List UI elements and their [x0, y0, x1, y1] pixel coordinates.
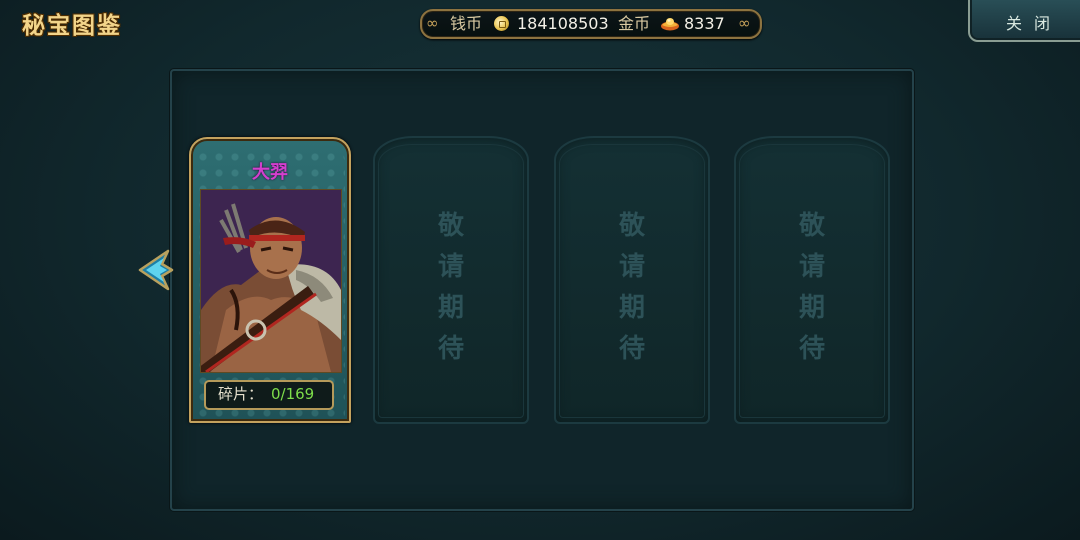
gold-ingot-icon: [661, 18, 679, 31]
coming-soon-text: 敬 请 期 待: [734, 206, 890, 370]
slot-char: 待: [437, 334, 464, 364]
slot-char: 期: [798, 293, 825, 323]
slot-char: 请: [618, 252, 645, 282]
fragment-value: 0/169: [271, 385, 315, 403]
slot-char: 敬: [618, 211, 645, 241]
coin-icon: [494, 16, 509, 31]
coming-soon-text: 敬 请 期 待: [373, 206, 529, 370]
fragment-counter: 碎片： 0/169: [204, 380, 334, 410]
archer-portrait-image: [201, 190, 341, 372]
currency-bar: ∞ 钱币 184108503 金币 8337 ∞: [420, 9, 762, 39]
ornament-left-icon: ∞: [426, 14, 439, 32]
slot-char: 敬: [798, 211, 825, 241]
fragment-label: 碎片：: [218, 385, 264, 403]
coming-soon-slot: 敬 请 期 待: [373, 136, 529, 424]
slot-char: 期: [437, 293, 464, 323]
coming-soon-slot: 敬 请 期 待: [554, 136, 710, 424]
slot-char: 期: [618, 293, 645, 323]
gold-value: 8337: [684, 14, 725, 33]
close-button[interactable]: 关闭: [968, 0, 1080, 42]
coming-soon-text: 敬 请 期 待: [554, 206, 710, 370]
treasure-card[interactable]: 大羿 碎片： 0/169: [189, 137, 351, 423]
slot-char: 待: [618, 334, 645, 364]
slot-char: 待: [798, 334, 825, 364]
arrow-left-icon[interactable]: [138, 247, 174, 293]
page-title: 秘宝图鉴: [22, 12, 122, 39]
close-button-label: 关闭: [1006, 14, 1063, 33]
copper-value: 184108503: [517, 14, 609, 33]
ornament-right-icon: ∞: [738, 14, 751, 32]
coming-soon-slot: 敬 请 期 待: [734, 136, 890, 424]
slot-char: 敬: [437, 211, 464, 241]
slot-char: 请: [437, 252, 464, 282]
gold-label: 金币: [618, 14, 651, 33]
copper-label: 钱币: [450, 14, 483, 33]
game-screen: 秘宝图鉴 ∞ 钱币 184108503 金币 8337 ∞ 关闭 大羿 碎片： …: [0, 0, 1080, 540]
slot-char: 请: [798, 252, 825, 282]
card-name: 大羿: [252, 162, 288, 183]
hero-portrait: [200, 189, 342, 373]
